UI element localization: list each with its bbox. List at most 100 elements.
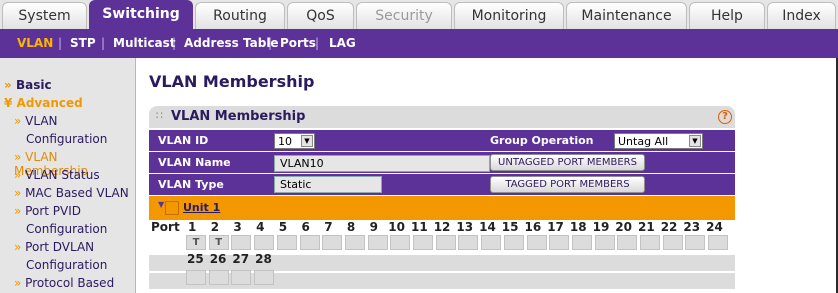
- port-number: 14: [479, 220, 496, 234]
- port-member-cell[interactable]: [594, 235, 615, 250]
- port-number: 6: [301, 220, 310, 234]
- chevron-right-icon: »: [14, 186, 22, 200]
- untagged-port-members-button[interactable]: UNTAGGED PORT MEMBERS: [490, 154, 645, 171]
- port-member-cell[interactable]: [186, 270, 206, 285]
- unit-checkbox[interactable]: [165, 201, 179, 215]
- port-number: 7: [324, 220, 333, 234]
- sidebar-item-label: MAC Based VLAN: [25, 186, 129, 200]
- subnav-separator: |: [101, 36, 106, 50]
- sidebar-item-label-cont[interactable]: Configuration: [26, 132, 107, 146]
- subnav-address-table[interactable]: Address Table: [184, 29, 279, 58]
- port-member-cell[interactable]: [503, 235, 524, 250]
- sidebar-item-port-dvlan[interactable]: » Port DVLAN: [14, 240, 94, 254]
- sidebar-item-label: Port DVLAN: [25, 240, 95, 254]
- subnav-stp[interactable]: STP: [70, 29, 96, 58]
- subnav-lag[interactable]: LAG: [329, 29, 356, 58]
- chevron-right-icon: »: [14, 204, 22, 218]
- port-member-cell[interactable]: [458, 235, 479, 250]
- port-number: 9: [369, 220, 378, 234]
- tagged-port-members-button[interactable]: TAGGED PORT MEMBERS: [490, 176, 645, 193]
- port-member-cell[interactable]: [344, 235, 365, 250]
- port-member-cell[interactable]: [322, 235, 343, 250]
- sidebar: » Basic ¥ Advanced » VLAN Configuration …: [0, 58, 136, 293]
- sidebar-item-label-cont[interactable]: Configuration: [26, 258, 107, 272]
- tab-maintenance[interactable]: Maintenance: [566, 2, 687, 29]
- unit-bar: ▼ Unit 1: [149, 196, 735, 220]
- port-member-cell[interactable]: [413, 235, 433, 250]
- tab-qos[interactable]: QoS: [287, 2, 354, 29]
- port-member-cell[interactable]: [481, 235, 502, 250]
- port-member-cell[interactable]: T: [208, 235, 229, 250]
- tab-security[interactable]: Security: [356, 2, 452, 29]
- collapse-triangle-icon[interactable]: ▼: [158, 200, 164, 209]
- subnav-ports[interactable]: Ports: [280, 29, 316, 58]
- group-operation-value: Untag All: [618, 135, 669, 148]
- sidebar-advanced-label: Advanced: [16, 96, 83, 110]
- port-grid: Port 1 T 2 T 3 4 5 6 7 8 9 10 11 12 13 14 15 16 17 18 19 20 21…: [149, 220, 735, 293]
- port-member-cell[interactable]: [367, 235, 388, 250]
- page-title: VLAN Membership: [149, 72, 315, 91]
- sidebar-item-vlan-configuration[interactable]: » VLAN: [14, 114, 58, 128]
- port-number: 11: [411, 220, 428, 234]
- sidebar-advanced[interactable]: ¥ Advanced: [4, 96, 83, 110]
- chevron-right-icon: »: [14, 150, 22, 164]
- subnav-multicast[interactable]: Multicast: [113, 29, 176, 58]
- port-member-cell[interactable]: [254, 270, 275, 285]
- tab-system[interactable]: System: [2, 2, 87, 29]
- port-number: 1: [188, 220, 197, 234]
- group-operation-select[interactable]: Untag All ▼: [614, 133, 703, 149]
- port-member-cell[interactable]: [571, 235, 592, 250]
- sidebar-item-protocol-based[interactable]: » Protocol Based: [14, 276, 114, 290]
- sidebar-item-vlan-status[interactable]: » VLAN Status: [14, 168, 100, 182]
- port-member-cell[interactable]: [435, 235, 456, 250]
- vlan-id-select[interactable]: 10 ▼: [274, 133, 315, 149]
- chevron-right-icon: »: [14, 240, 22, 254]
- port-member-cell[interactable]: [276, 235, 297, 250]
- tab-index[interactable]: Index: [767, 2, 836, 29]
- sidebar-item-label-cont[interactable]: Configuration: [26, 222, 107, 236]
- port-number: 19: [592, 220, 610, 234]
- port-number: 4: [256, 220, 265, 234]
- sidebar-item-mac-based-vlan[interactable]: » MAC Based VLAN: [14, 186, 129, 200]
- drag-handle-icon: ∷: [156, 109, 163, 122]
- tab-switching[interactable]: Switching: [89, 0, 193, 30]
- tab-help[interactable]: Help: [689, 2, 765, 29]
- port-number: 23: [683, 220, 701, 234]
- vlan-type-field: Static: [274, 176, 382, 193]
- port-member-cell[interactable]: [662, 235, 683, 250]
- port-number: 27: [232, 252, 250, 266]
- port-member-cell[interactable]: [708, 235, 729, 250]
- port-number: 24: [706, 220, 723, 234]
- sidebar-item-port-pvid[interactable]: » Port PVID: [14, 204, 81, 218]
- vlan-name-field[interactable]: VLAN10: [274, 155, 490, 172]
- group-operation-label: Group Operation: [490, 134, 594, 147]
- tab-routing[interactable]: Routing: [195, 2, 285, 29]
- port-member-cell[interactable]: [390, 235, 411, 250]
- subnav-vlan[interactable]: VLAN: [17, 29, 53, 58]
- vlan-type-label: VLAN Type: [158, 178, 224, 191]
- port-member-cell[interactable]: [685, 235, 706, 250]
- port-member-cell[interactable]: [526, 235, 547, 250]
- help-icon[interactable]: ?: [718, 110, 732, 124]
- port-number: 16: [524, 220, 542, 234]
- port-member-cell[interactable]: T: [186, 235, 206, 250]
- port-number: 22: [660, 220, 678, 234]
- port-member-cell[interactable]: [617, 235, 638, 250]
- unit-label[interactable]: Unit 1: [183, 201, 220, 214]
- port-number: 26: [209, 252, 227, 266]
- port-number: 28: [255, 252, 272, 266]
- port-member-cell[interactable]: [208, 270, 229, 285]
- port-number: 2: [210, 220, 220, 234]
- port-member-cell[interactable]: [254, 235, 275, 250]
- top-tab-bar: System Switching Routing QoS Security Mo…: [0, 0, 838, 30]
- port-member-cell[interactable]: [640, 235, 660, 250]
- sidebar-item-label: Protocol Based: [25, 276, 115, 290]
- sidebar-basic[interactable]: » Basic: [4, 78, 52, 92]
- port-member-cell[interactable]: [549, 235, 570, 250]
- tab-monitoring[interactable]: Monitoring: [454, 2, 564, 29]
- sidebar-item-label: Port PVID: [25, 204, 81, 218]
- port-number: 12: [433, 220, 451, 234]
- port-member-cell[interactable]: [231, 270, 252, 285]
- port-member-cell[interactable]: [231, 235, 252, 250]
- port-member-cell[interactable]: [299, 235, 320, 250]
